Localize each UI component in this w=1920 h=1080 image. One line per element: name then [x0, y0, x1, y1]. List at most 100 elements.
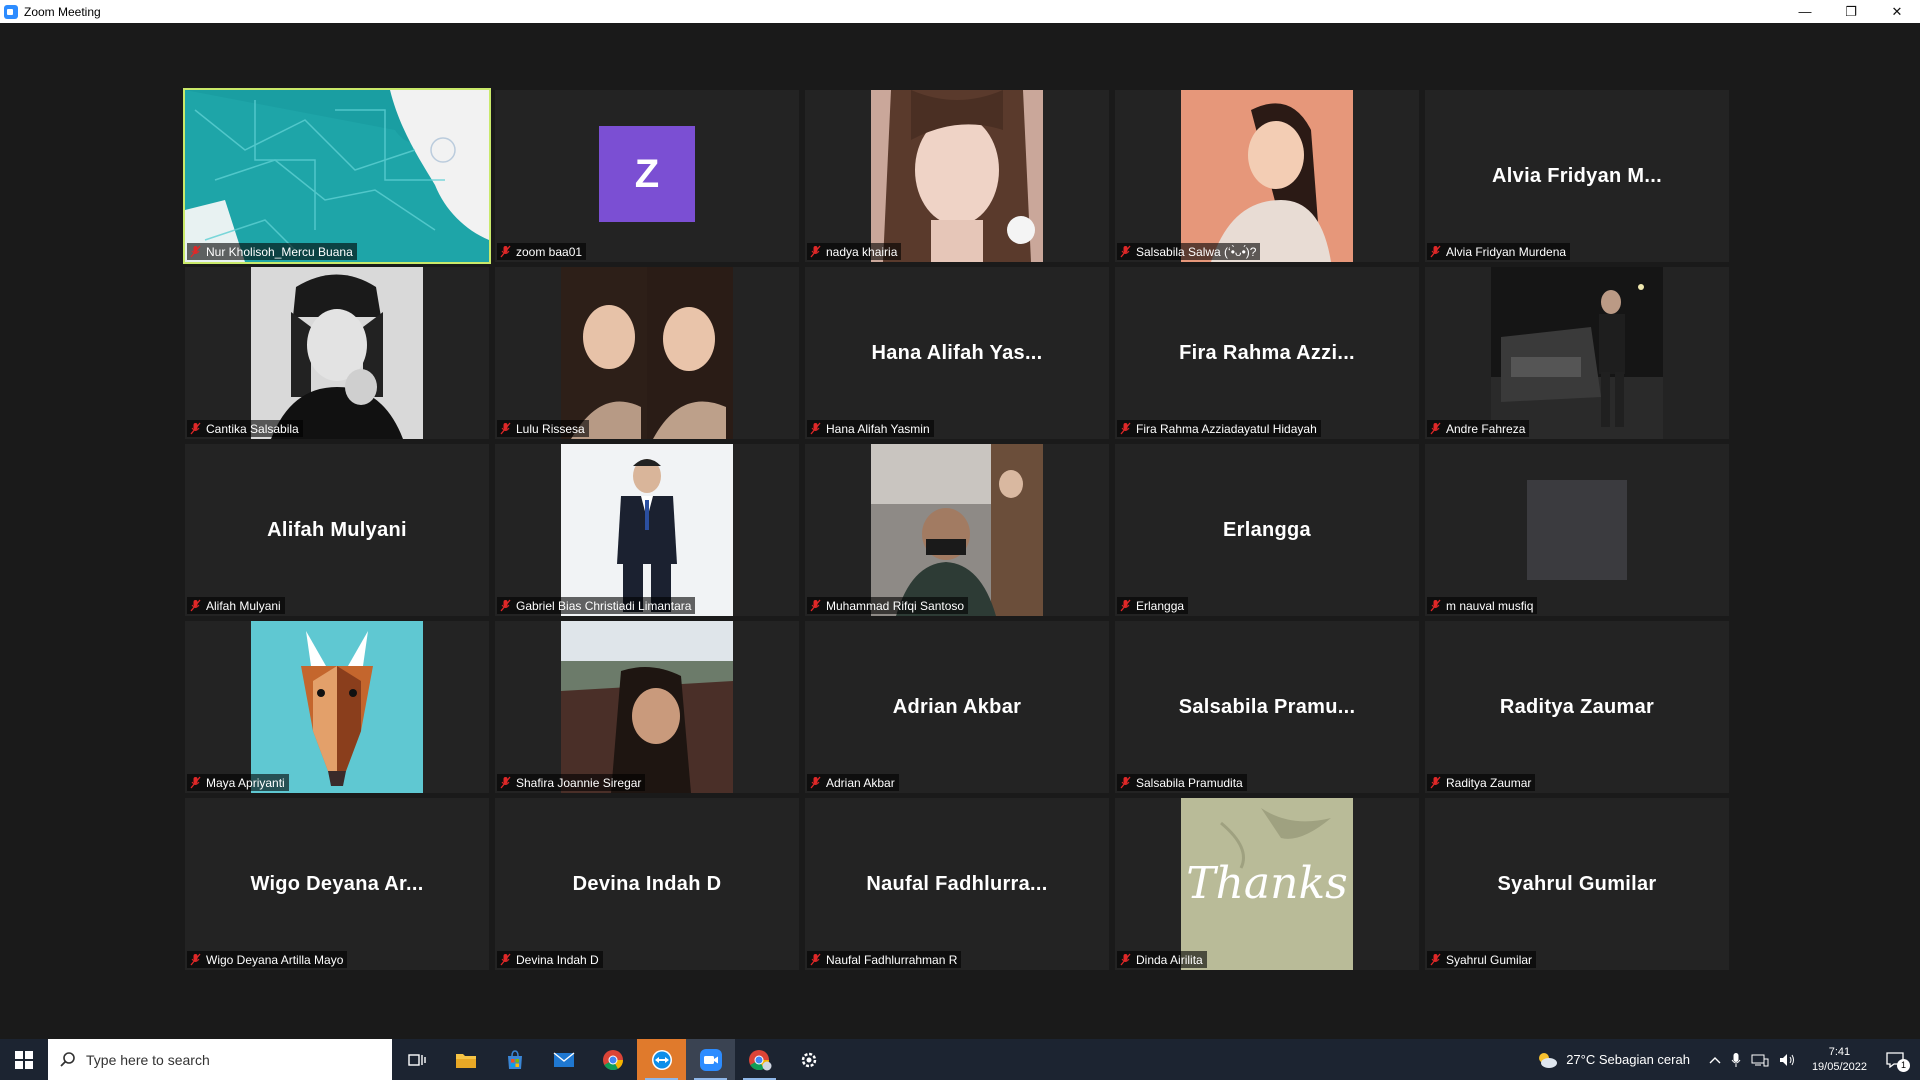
- muted-mic-icon: [500, 422, 511, 435]
- participant-tile[interactable]: Gabriel Bias Christiadi Limantara: [495, 444, 799, 616]
- participant-name-tag: Fira Rahma Azziadayatul Hidayah: [1117, 420, 1321, 437]
- settings-button[interactable]: [784, 1039, 833, 1080]
- taskbar: Type here to search 27°C Sebagian cerah: [0, 1039, 1920, 1080]
- participant-name: Alvia Fridyan Murdena: [1446, 244, 1567, 259]
- window-title: Zoom Meeting: [24, 4, 101, 19]
- participant-video: [1181, 90, 1353, 262]
- participant-tile[interactable]: Maya Apriyanti: [185, 621, 489, 793]
- show-hidden-icons-chevron-icon[interactable]: [1709, 1056, 1721, 1064]
- participant-tile[interactable]: Syahrul Gumilar Syahrul Gumilar: [1425, 798, 1729, 970]
- participant-name: Shafira Joannie Siregar: [516, 775, 642, 790]
- task-view-button[interactable]: [392, 1039, 441, 1080]
- participant-tile[interactable]: Hana Alifah Yas... Hana Alifah Yasmin: [805, 267, 1109, 439]
- system-tray: 27°C Sebagian cerah 7:41 19/05/2022 1: [1536, 1039, 1920, 1080]
- participant-tile[interactable]: Naufal Fadhlurra... Naufal Fadhlurrahman…: [805, 798, 1109, 970]
- thanks-text: Thanks: [1186, 858, 1348, 909]
- notification-center-icon[interactable]: 1: [1886, 1051, 1910, 1072]
- participant-tile[interactable]: Salsabila Pramu... Salsabila Pramudita: [1115, 621, 1419, 793]
- participant-name: Alifah Mulyani: [206, 598, 281, 613]
- participant-display-name: Alifah Mulyani: [267, 518, 407, 541]
- participant-tile[interactable]: Adrian Akbar Adrian Akbar: [805, 621, 1109, 793]
- muted-mic-icon: [1430, 599, 1441, 612]
- zoom-taskbar-button[interactable]: [686, 1039, 735, 1080]
- participant-tile[interactable]: Andre Fahreza: [1425, 267, 1729, 439]
- muted-mic-icon: [190, 422, 201, 435]
- muted-mic-icon: [810, 422, 821, 435]
- chrome-button[interactable]: [588, 1039, 637, 1080]
- muted-mic-icon: [810, 953, 821, 966]
- participant-name-tag: Wigo Deyana Artilla Mayo: [187, 951, 348, 968]
- participant-video: [871, 90, 1043, 262]
- participant-tile[interactable]: Raditya Zaumar Raditya Zaumar: [1425, 621, 1729, 793]
- participant-name: zoom baa01: [516, 244, 583, 259]
- close-button[interactable]: ✕: [1874, 0, 1920, 23]
- participant-display-name: Fira Rahma Azzi...: [1179, 341, 1355, 364]
- weather-widget[interactable]: 27°C Sebagian cerah: [1536, 1051, 1690, 1069]
- participant-tile[interactable]: Muhammad Rifqi Santoso: [805, 444, 1109, 616]
- notification-badge: 1: [1897, 1058, 1910, 1072]
- restore-button[interactable]: ❐: [1828, 0, 1874, 23]
- windows-logo-icon: [15, 1050, 33, 1069]
- participant-name: m nauval musfiq: [1446, 598, 1534, 613]
- teamviewer-icon: [651, 1049, 672, 1070]
- taskbar-clock[interactable]: 7:41 19/05/2022: [1812, 1045, 1867, 1075]
- store-button[interactable]: [490, 1039, 539, 1080]
- chrome-profile-button[interactable]: [735, 1039, 784, 1080]
- participant-name: Maya Apriyanti: [206, 775, 285, 790]
- participant-name-tag: Dinda Airilita: [1117, 951, 1207, 968]
- store-icon: [507, 1049, 522, 1069]
- participant-tile[interactable]: Wigo Deyana Ar... Wigo Deyana Artilla Ma…: [185, 798, 489, 970]
- task-view-icon: [407, 1053, 426, 1066]
- participant-tile[interactable]: Cantika Salsabila: [185, 267, 489, 439]
- participant-tile[interactable]: Thanks Dinda Airilita: [1115, 798, 1419, 970]
- participant-tile[interactable]: Z zoom baa01: [495, 90, 799, 262]
- avatar: Z: [599, 126, 695, 222]
- participant-video: [561, 267, 733, 439]
- teamviewer-button[interactable]: [637, 1039, 686, 1080]
- participant-name-tag: Salsabila Pramudita: [1117, 774, 1247, 791]
- participant-tile[interactable]: Devina Indah D Devina Indah D: [495, 798, 799, 970]
- taskbar-search-box[interactable]: Type here to search: [48, 1039, 392, 1080]
- participant-tile[interactable]: Shafira Joannie Siregar: [495, 621, 799, 793]
- muted-mic-icon: [500, 599, 511, 612]
- participant-tile[interactable]: Alvia Fridyan M... Alvia Fridyan Murdena: [1425, 90, 1729, 262]
- minimize-button[interactable]: —: [1782, 0, 1828, 23]
- muted-mic-icon: [810, 599, 821, 612]
- muted-mic-icon: [1430, 776, 1441, 789]
- participant-name-tag: Muhammad Rifqi Santoso: [807, 597, 969, 614]
- volume-icon[interactable]: [1779, 1053, 1797, 1067]
- participant-tile[interactable]: Nur Kholisoh_Mercu Buana: [183, 88, 491, 264]
- microphone-icon[interactable]: [1731, 1052, 1741, 1068]
- file-explorer-button[interactable]: [441, 1039, 490, 1080]
- muted-mic-icon: [1430, 422, 1441, 435]
- participant-name: Wigo Deyana Artilla Mayo: [206, 952, 344, 967]
- participant-name: Salsabila Pramudita: [1136, 775, 1243, 790]
- mail-button[interactable]: [539, 1039, 588, 1080]
- participant-name: Raditya Zaumar: [1446, 775, 1532, 790]
- participant-name-tag: Raditya Zaumar: [1427, 774, 1536, 791]
- muted-mic-icon: [1120, 953, 1131, 966]
- muted-mic-icon: [190, 953, 201, 966]
- participant-name: Adrian Akbar: [826, 775, 895, 790]
- participant-tile[interactable]: Fira Rahma Azzi... Fira Rahma Azziadayat…: [1115, 267, 1419, 439]
- participant-name-tag: Shafira Joannie Siregar: [497, 774, 646, 791]
- muted-mic-icon: [1120, 245, 1131, 258]
- participant-name: Gabriel Bias Christiadi Limantara: [516, 598, 692, 613]
- participant-display-name: Adrian Akbar: [892, 695, 1022, 718]
- windows-start-button[interactable]: [0, 1039, 48, 1080]
- network-icon[interactable]: [1751, 1053, 1769, 1067]
- muted-mic-icon: [810, 776, 821, 789]
- participant-display-name: Devina Indah D: [572, 872, 722, 895]
- participant-tile[interactable]: Lulu Rissesa: [495, 267, 799, 439]
- participant-video: [561, 444, 733, 616]
- participant-video: Thanks: [1181, 798, 1353, 970]
- participant-tile[interactable]: m nauval musfiq: [1425, 444, 1729, 616]
- participant-tile[interactable]: nadya khairia: [805, 90, 1109, 262]
- participant-tile[interactable]: Erlangga Erlangga: [1115, 444, 1419, 616]
- participant-name: nadya khairia: [826, 244, 898, 259]
- partly-cloudy-icon: [1539, 1052, 1558, 1068]
- participant-name-tag: Gabriel Bias Christiadi Limantara: [497, 597, 696, 614]
- participant-tile[interactable]: Alifah Mulyani Alifah Mulyani: [185, 444, 489, 616]
- weather-text: 27°C Sebagian cerah: [1566, 1052, 1690, 1067]
- participant-tile[interactable]: Salsabila Salwa (‘•̀ᴗ•́)?: [1115, 90, 1419, 262]
